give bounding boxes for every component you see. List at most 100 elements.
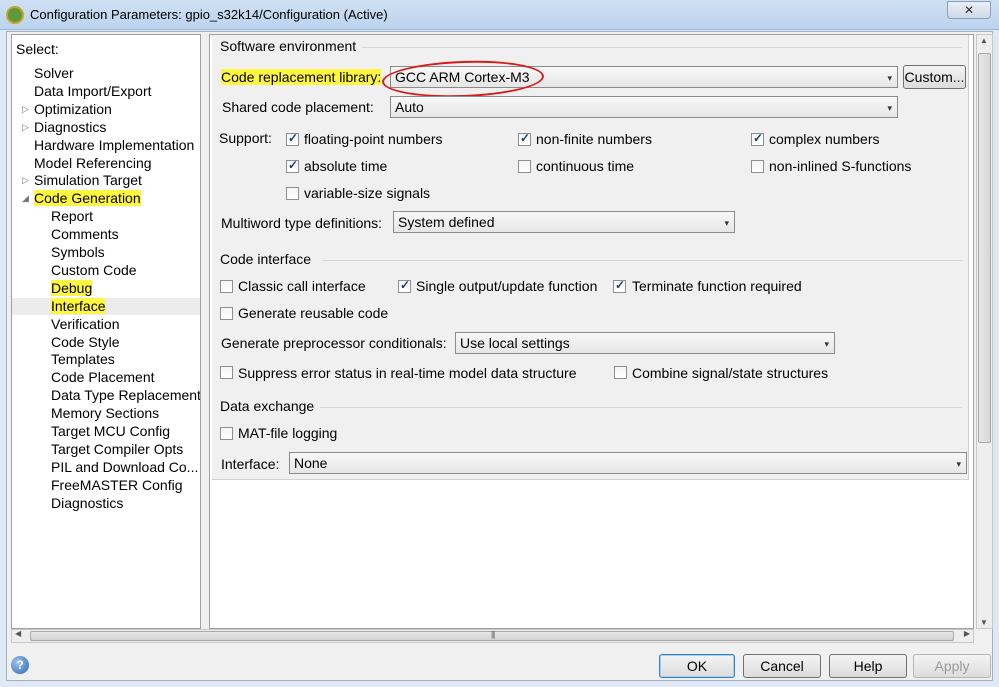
settings-content: Software environment Code replacement li… xyxy=(212,35,969,480)
suppress-error-status-checkbox[interactable] xyxy=(220,366,233,379)
tree-item-label: Model Referencing xyxy=(34,154,152,171)
matlab-config-icon xyxy=(6,6,24,24)
tree-item-label: Target MCU Config xyxy=(51,423,171,439)
shared-code-label: Shared code placement: xyxy=(222,99,374,115)
tree-item-symbols[interactable]: Symbols xyxy=(51,244,105,261)
scroll-down-icon[interactable]: ▼ xyxy=(980,618,988,627)
tree-item-comments[interactable]: Comments xyxy=(51,226,119,243)
ok-button[interactable]: OK xyxy=(659,654,735,678)
chevron-down-icon: ▾ xyxy=(724,218,729,228)
window-title: Configuration Parameters: gpio_s32k14/Co… xyxy=(30,7,388,22)
variable-size-signals-checkbox[interactable] xyxy=(286,187,299,200)
tree-item-diagnostics[interactable]: ▷ Diagnostics xyxy=(22,119,106,136)
scroll-left-icon[interactable]: ◀ xyxy=(15,629,21,638)
close-button[interactable]: ✕ xyxy=(947,1,991,19)
non-inlined-s-functions-label: non-inlined S-functions xyxy=(769,158,912,174)
tree-item-report[interactable]: Report xyxy=(51,208,93,225)
chevron-down-icon: ▾ xyxy=(887,103,892,113)
expand-arrow-icon[interactable]: ▷ xyxy=(22,172,29,189)
combine-structures-checkbox[interactable] xyxy=(614,366,627,379)
horizontal-scrollbar[interactable]: ◀ ||| ▶ xyxy=(11,629,974,643)
continuous-time-checkbox[interactable] xyxy=(518,160,531,173)
tree-item-code-placement[interactable]: Code Placement xyxy=(51,369,155,386)
single-output-update-label: Single output/update function xyxy=(416,278,598,294)
vertical-scrollbar[interactable]: ▲ ▼ xyxy=(976,34,993,629)
tree-item-label: Code Generation xyxy=(34,190,141,207)
expand-arrow-icon[interactable]: ▷ xyxy=(22,119,29,136)
tree-item-debug[interactable]: Debug xyxy=(51,279,93,297)
tree-item-model-referencing[interactable]: Model Referencing xyxy=(34,155,152,172)
section-divider xyxy=(322,260,962,261)
non-finite-numbers-checkbox[interactable] xyxy=(518,131,531,146)
scroll-right-icon[interactable]: ▶ xyxy=(964,629,970,638)
tree-item-interface[interactable]: Interface xyxy=(12,297,200,315)
tree-item-label: Debug xyxy=(51,279,93,296)
tree-item-diagnostics[interactable]: Diagnostics xyxy=(51,495,123,512)
expanded-arrow-icon[interactable]: ◢ xyxy=(22,190,29,207)
help-icon[interactable]: ? xyxy=(11,656,29,674)
tree-item-memory-sections[interactable]: Memory Sections xyxy=(51,405,159,422)
tree-item-simulation-target[interactable]: ▷ Simulation Target xyxy=(22,172,142,189)
generate-reusable-code-label: Generate reusable code xyxy=(238,305,389,321)
tree-item-optimization[interactable]: ▷ Optimization xyxy=(22,100,112,118)
tree-item-label: Code Style xyxy=(51,333,120,350)
preprocessor-label: Generate preprocessor conditionals: xyxy=(221,335,447,351)
tree-item-target-compiler-opts[interactable]: Target Compiler Opts xyxy=(51,441,183,458)
tree-item-label: Custom Code xyxy=(51,261,137,278)
tree-item-label: Data Type Replacement xyxy=(51,387,201,404)
mat-file-logging-label: MAT-file logging xyxy=(238,425,338,441)
tree-item-data-type-replacement[interactable]: Data Type Replacement xyxy=(51,387,201,404)
section-data-exchange: Data exchange xyxy=(220,398,315,414)
tree-item-solver[interactable]: Solver xyxy=(34,65,74,82)
horizontal-scroll-thumb[interactable]: ||| xyxy=(30,630,954,641)
absolute-time-checkbox[interactable] xyxy=(286,158,299,173)
tree-item-freemaster-config[interactable]: FreeMASTER Config xyxy=(51,477,182,494)
tree-item-label: Report xyxy=(51,208,94,225)
tree-item-label: PIL and Download Co... xyxy=(51,458,199,475)
vertical-scroll-thumb[interactable] xyxy=(978,53,991,443)
tree-item-label: Data Import/Export xyxy=(34,82,152,99)
tree-item-custom-code[interactable]: Custom Code xyxy=(51,262,137,279)
tree-header: Select: xyxy=(16,41,59,57)
tree-item-code-generation[interactable]: ◢ Code Generation xyxy=(22,190,141,207)
tree-item-label: Symbols xyxy=(51,244,105,260)
settings-panel: Software environment Code replacement li… xyxy=(209,34,974,629)
tree-item-code-style[interactable]: Code Style xyxy=(51,334,119,351)
absolute-time-label: absolute time xyxy=(304,158,388,174)
non-inlined-s-functions-checkbox[interactable] xyxy=(751,160,764,173)
classic-call-interface-checkbox[interactable] xyxy=(220,280,233,293)
tree-item-label: Code Placement xyxy=(51,369,155,386)
tree-item-label: Verification xyxy=(51,315,120,332)
tree-item-verification[interactable]: Verification xyxy=(51,316,119,333)
generate-reusable-code-checkbox[interactable] xyxy=(220,307,233,320)
apply-button[interactable]: Apply xyxy=(913,654,991,678)
tree-item-label: Optimization xyxy=(34,100,112,117)
complex-numbers-checkbox[interactable] xyxy=(751,131,764,146)
annotation-circle xyxy=(381,58,545,100)
terminate-function-checkbox[interactable] xyxy=(613,278,626,293)
tree-item-pil-and-download-co[interactable]: PIL and Download Co... xyxy=(51,459,198,476)
shared-code-placement-dropdown[interactable]: Auto ▾ xyxy=(390,96,898,118)
grip-icon: ||| xyxy=(491,630,495,639)
scroll-up-icon[interactable]: ▲ xyxy=(980,36,988,45)
terminate-function-label: Terminate function required xyxy=(632,278,802,294)
tree-item-target-mcu-config[interactable]: Target MCU Config xyxy=(51,423,170,440)
floating-point-numbers-checkbox[interactable] xyxy=(286,131,299,146)
crl-label: Code replacement library: xyxy=(221,69,382,85)
expand-arrow-icon[interactable]: ▷ xyxy=(22,101,29,118)
help-button[interactable]: Help xyxy=(829,654,907,678)
single-output-update-checkbox[interactable] xyxy=(398,278,411,293)
multiword-type-dropdown[interactable]: System defined ▾ xyxy=(393,211,735,233)
cancel-button[interactable]: Cancel xyxy=(743,654,821,678)
category-tree: Select: Solver Data Import/Export ▷ Optimiz… xyxy=(11,34,201,629)
mat-file-logging-checkbox[interactable] xyxy=(220,427,233,440)
tree-item-data-import-export[interactable]: Data Import/Export xyxy=(34,83,152,100)
interface-dropdown[interactable]: None ▾ xyxy=(289,452,967,474)
tree-item-label: Diagnostics xyxy=(51,494,124,511)
tree-item-templates[interactable]: Templates xyxy=(51,351,115,368)
custom-button[interactable]: Custom... xyxy=(903,65,966,89)
preprocessor-conditionals-dropdown[interactable]: Use local settings ▾ xyxy=(455,332,835,354)
tree-item-hardware-implementation[interactable]: Hardware Implementation xyxy=(34,137,194,154)
tree-item-label: Target Compiler Opts xyxy=(51,440,184,457)
chevron-down-icon: ▾ xyxy=(956,459,961,469)
